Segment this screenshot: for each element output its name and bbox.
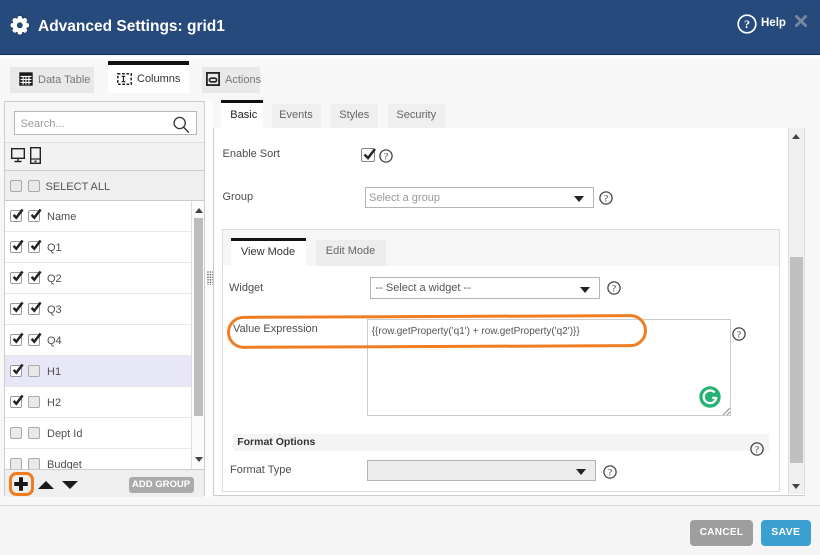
svg-text:?: ?	[612, 284, 616, 294]
svg-text:?: ?	[744, 17, 750, 31]
svg-text:?: ?	[755, 445, 759, 455]
svg-text:?: ?	[607, 468, 611, 478]
svg-text:?: ?	[736, 330, 740, 340]
svg-text:?: ?	[603, 194, 607, 204]
svg-text:?: ?	[384, 152, 388, 162]
